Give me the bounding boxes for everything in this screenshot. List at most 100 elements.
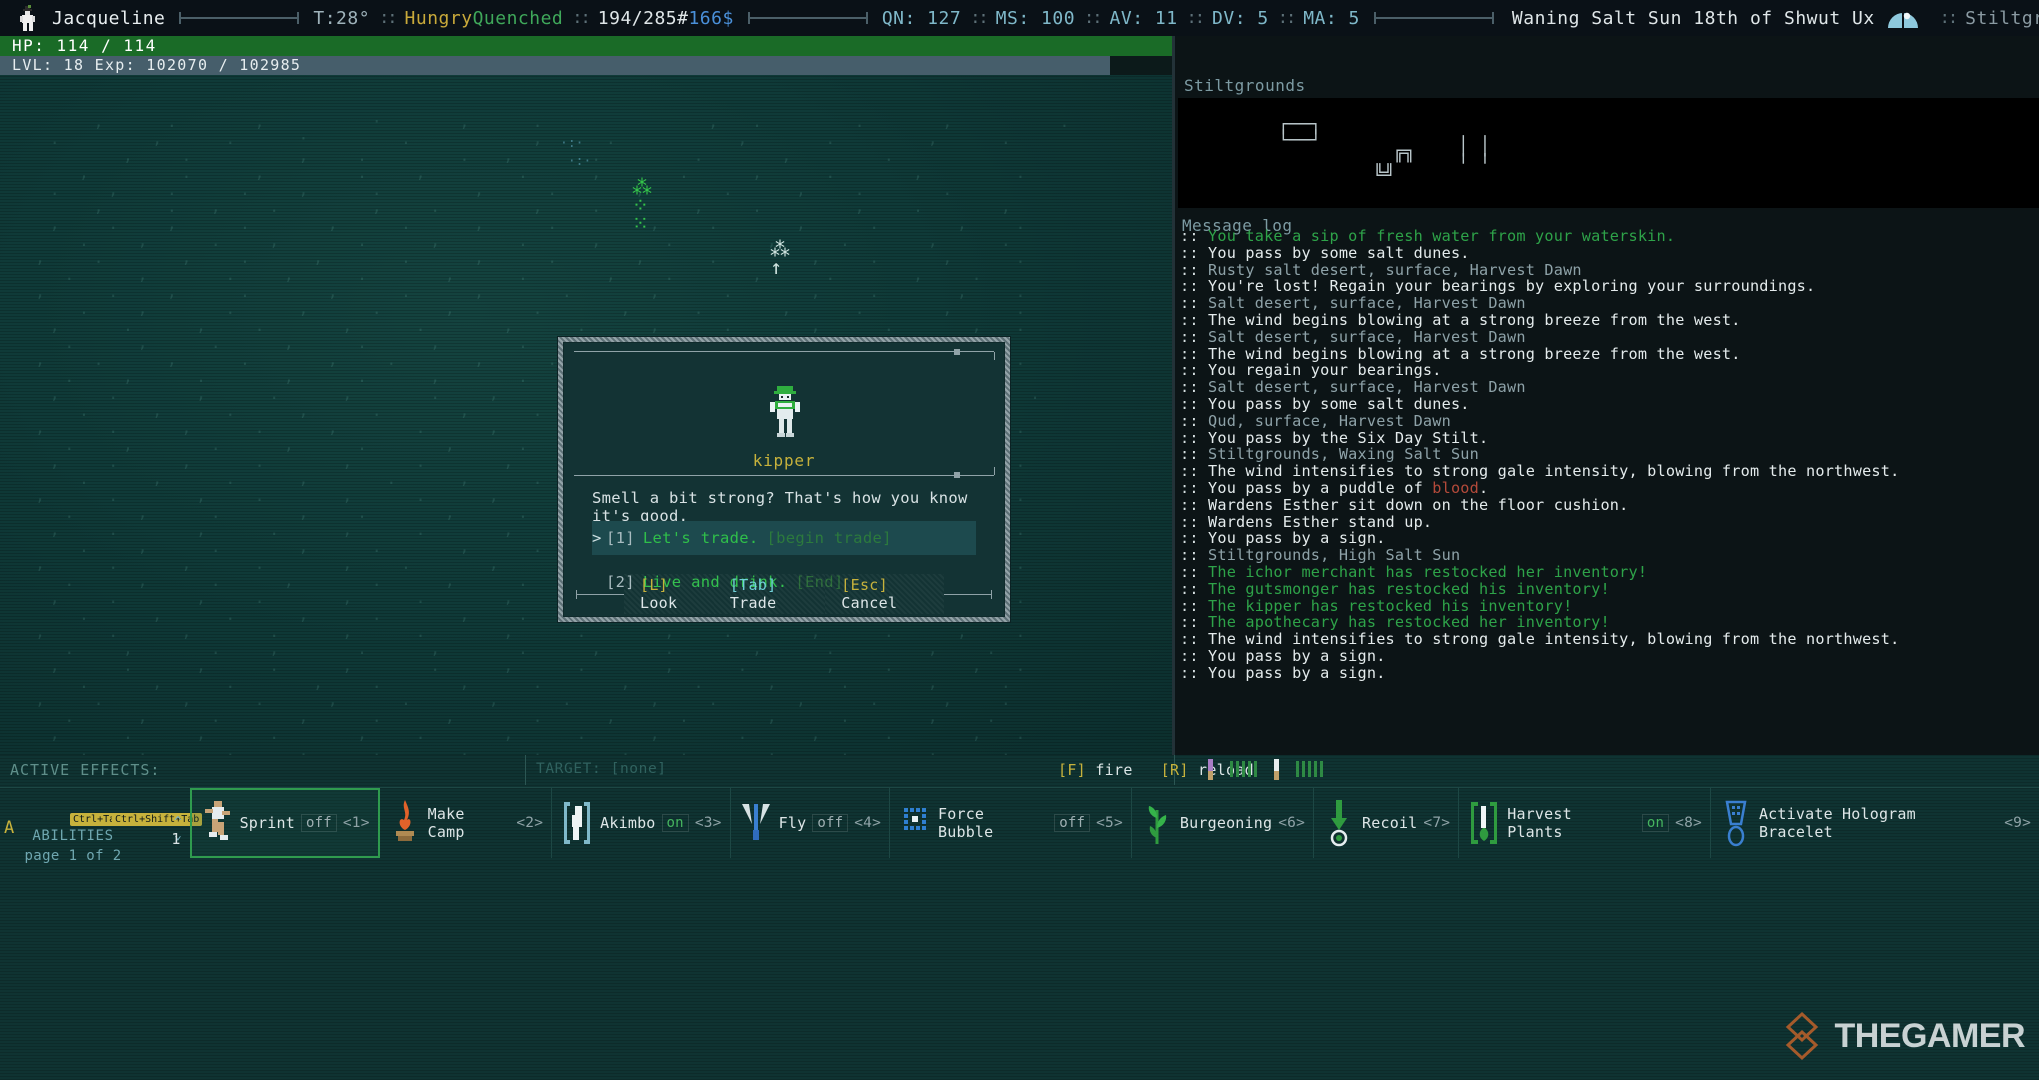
log-bullet: :: [1180, 428, 1209, 447]
log-message: :: You pass by a puddle of blood. [1180, 480, 2036, 497]
ability-state: off [300, 814, 337, 832]
plant-sprite[interactable]: ⁂ ⁘ ⁙ [632, 177, 652, 233]
log-message: :: The kipper has restocked his inventor… [1180, 596, 2036, 615]
ability-slot-akimbo[interactable]: Akimbo on <3> [552, 788, 731, 858]
sidebar-divider [1172, 36, 1175, 755]
log-message-text: You take a sip of fresh water from your … [1208, 228, 1676, 245]
look-button[interactable]: [L] Look [624, 574, 714, 614]
ability-slot-force-bubble[interactable]: Force Bubble off <5> [890, 788, 1132, 858]
log-bullet: :: [1180, 361, 1209, 380]
log-bullet: :: [1180, 344, 1209, 363]
log-message: :: The gutsmonger has restocked his inve… [1180, 579, 2036, 598]
ability-slot-harvest-plants[interactable]: Harvest Plants on <8> [1459, 788, 1711, 858]
ability-slot-burgeoning[interactable]: Burgeoning <6> [1132, 788, 1315, 858]
cancel-button[interactable]: [Esc] Cancel [825, 574, 945, 614]
ability-slot-hologram-bracelet[interactable]: Activate Hologram Bracelet <9> [1711, 788, 2039, 858]
ability-slot-make-camp[interactable]: Make Camp <2> [380, 788, 553, 858]
watermark-text: THEGAMER [1834, 1016, 2025, 1055]
ability-name: Harvest Plants [1507, 805, 1572, 841]
log-bullet: :: [1180, 579, 1209, 598]
conversation-dialog[interactable]: kipper Smell a bit strong? That's how yo… [558, 337, 1010, 622]
top-status-bar: Jacqueline T:28° :: Hungry Quenched :: 1… [0, 0, 2039, 36]
log-message: :: You're lost! Regain your bearings by … [1180, 278, 2036, 295]
log-message-text: Salt desert, surface, Harvest Dawn [1208, 378, 1526, 397]
minimap-glyph: ╚╝ [1373, 164, 1395, 185]
current-location: Stiltgrounds [1965, 7, 2039, 29]
merchant-sprite-icon [757, 384, 811, 442]
ability-key: <5> [1096, 815, 1123, 831]
topbar-divider-2 [747, 12, 868, 24]
zone-name: Stiltgrounds [1184, 76, 1306, 95]
quickness-stat: QN: 127 [881, 7, 962, 29]
log-message-text: You pass by a sign. [1208, 646, 1386, 665]
ability-name: Burgeoning [1179, 814, 1273, 832]
separator-dots-5: :: [1186, 8, 1206, 28]
ability-name: Recoil [1362, 814, 1418, 832]
log-message: :: You pass by some salt dunes. [1180, 396, 2036, 413]
cancel-label: Cancel [841, 594, 898, 612]
abilities-header: A Ctrl+Tab Ctrl+Shift+Tab ABILITIES page… [0, 788, 203, 864]
game-screen: Jacqueline T:28° :: Hungry Quenched :: 1… [0, 0, 2039, 1080]
log-bullet: :: [1180, 327, 1209, 346]
map-viewport[interactable]: , . , · , . , . . , . . , . · . , . , . … [0, 75, 1172, 755]
ability-slot-recoil[interactable]: Recoil <7> [1314, 788, 1460, 858]
minimap[interactable]: ┌──┐ └──┘ ╔╗ ╚╝ │ │ ╵ ╵ [1178, 98, 2039, 208]
log-bullet: :: [1180, 445, 1209, 464]
dialog-footer: [L] Look [Tab] Trade [Esc] Cancel [576, 574, 993, 614]
option-1-text: Let's trade. [642, 529, 759, 547]
log-message-text: The wind begins blowing at a strong bree… [1208, 344, 1741, 363]
reload-key: [R] [1160, 761, 1189, 779]
log-message: :: You take a sip of fresh water from yo… [1180, 228, 2036, 245]
log-message-text: Rusty salt desert, surface, Harvest Dawn [1208, 260, 1582, 279]
log-bullet: :: [1180, 562, 1209, 581]
watermark: THEGAMER [1776, 1010, 2025, 1062]
separator-dots: :: [379, 8, 398, 28]
log-bullet: :: [1180, 294, 1209, 313]
log-message: :: You pass by a sign. [1180, 664, 2036, 682]
ability-hotbar[interactable]: A Ctrl+Tab Ctrl+Shift+Tab ABILITIES page… [0, 787, 2039, 864]
log-message-text: The kipper has restocked his inventory! [1208, 596, 1573, 615]
log-bullet: :: [1180, 478, 1209, 497]
fire-key: [F] [1058, 761, 1086, 779]
ability-slot-sprint[interactable]: Sprint off <1> [189, 788, 380, 858]
ability-name: Fly [778, 814, 807, 832]
log-message: :: Salt desert, surface, Harvest Dawn [1180, 327, 2036, 346]
log-message-text: The wind begins blowing at a strong bree… [1208, 310, 1741, 329]
dialog-option-1[interactable]: > [1] Let's trade. [begin trade] [592, 521, 976, 555]
look-label: Look [640, 594, 678, 612]
abilities-page-label: page 1 of 2 [24, 848, 122, 864]
log-message: :: Salt desert, surface, Harvest Dawn [1180, 379, 2036, 396]
log-message: :: The wind begins blowing at a strong b… [1180, 344, 2036, 363]
ability-state: on [1641, 814, 1670, 832]
log-bullet: :: [1180, 646, 1209, 665]
abilities-page-number: 1 [171, 830, 181, 848]
log-bullet: :: [1180, 394, 1209, 413]
log-message-text: The gutsmonger has restocked his invento… [1208, 579, 1610, 598]
recoil-icon [1322, 798, 1356, 848]
ability-slot-fly[interactable]: Fly off <4> [731, 788, 890, 858]
ability-name: Make Camp [427, 805, 465, 841]
level-exp-value: LVL: 18 Exp: 102070 / 102985 [12, 56, 302, 74]
fly-icon [739, 798, 773, 848]
log-message-text: You regain your bearings. [1208, 361, 1442, 380]
log-message-text: The wind intensifies to strong gale inte… [1208, 462, 1900, 481]
ability-state: off [1054, 814, 1091, 832]
minimap-glyph: ╵ ╵ [1458, 154, 1491, 175]
moon-phase-icon [1885, 4, 1921, 32]
log-message-text: The apothecary has restocked her invento… [1208, 613, 1610, 632]
separator-dots-7: :: [1939, 8, 1959, 28]
log-message-text: Wardens Esther sit down on the floor cus… [1208, 495, 1629, 514]
log-message: :: You pass by the Six Day Stilt. [1180, 428, 2036, 447]
footer-rule-right [944, 589, 993, 599]
trade-button[interactable]: [Tab] Trade [713, 574, 826, 614]
log-message: :: The wind begins blowing at a strong b… [1180, 312, 2036, 329]
ability-key: <9> [2004, 815, 2031, 831]
log-message-text: Qud, surface, Harvest Dawn [1208, 411, 1451, 430]
ability-key: <1> [342, 815, 370, 831]
bottom-panel: ACTIVE EFFECTS: TARGET: [none] [F] fire … [0, 755, 2039, 1080]
player-name: Jacqueline [52, 7, 166, 29]
hp-bar-fill [0, 36, 1172, 56]
log-bullet: :: [1180, 529, 1209, 548]
log-bullet: :: [1180, 512, 1209, 531]
message-log[interactable]: :: You take a sip of fresh water from yo… [1180, 228, 2036, 750]
